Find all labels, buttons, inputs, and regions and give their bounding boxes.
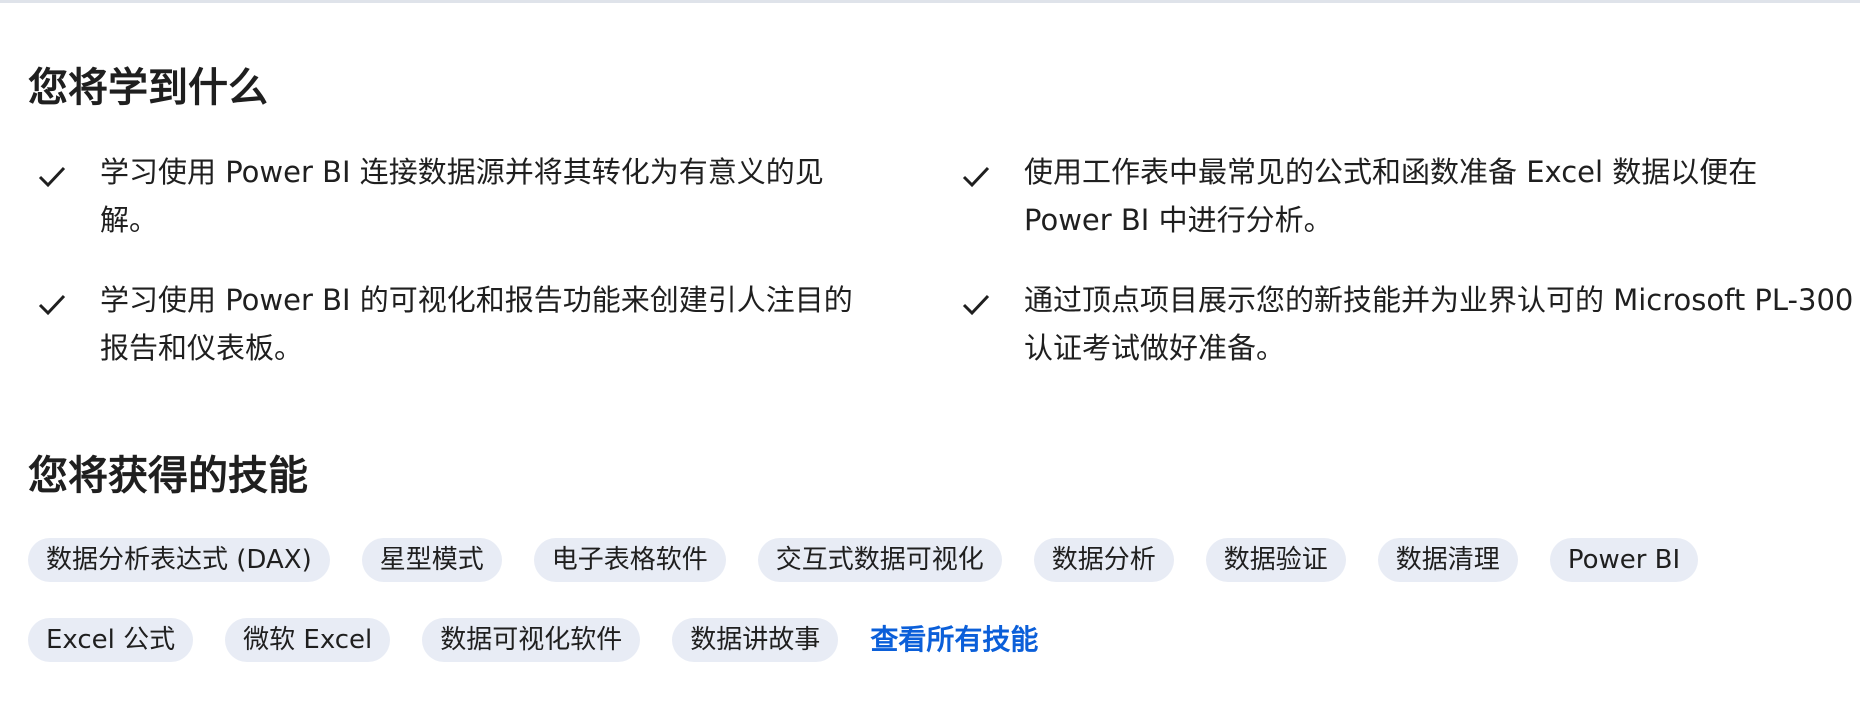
view-all-skills-link[interactable]: 查看所有技能: [870, 618, 1038, 662]
skill-chip[interactable]: 交互式数据可视化: [757, 538, 1002, 582]
skill-chip[interactable]: 星型模式: [361, 538, 502, 582]
skill-chip[interactable]: 数据分析表达式 (DAX): [28, 538, 330, 582]
learn-item: 通过顶点项目展示您的新技能并为业界认可的 Microsoft PL-300 认证…: [952, 276, 1853, 386]
learn-item: 学习使用 Power BI 连接数据源并将其转化为有意义的见解。: [28, 148, 878, 258]
section-title-skills-you-will-gain: 您将获得的技能: [28, 453, 308, 499]
learn-item-text: 使用工作表中最常见的公式和函数准备 Excel 数据以便在 Power BI 中…: [1024, 155, 1758, 237]
check-icon: [38, 294, 66, 316]
learn-item: 使用工作表中最常见的公式和函数准备 Excel 数据以便在 Power BI 中…: [952, 148, 1802, 258]
skill-chip[interactable]: 微软 Excel: [225, 618, 391, 662]
skills-chip-row: 数据分析表达式 (DAX) 星型模式 电子表格软件 交互式数据可视化 数据分析 …: [28, 538, 1730, 582]
check-icon: [38, 166, 66, 188]
check-icon: [962, 166, 990, 188]
skills-chip-row: Excel 公式 微软 Excel 数据可视化软件 数据讲故事 查看所有技能: [28, 618, 1038, 662]
skill-chip[interactable]: 数据清理: [1377, 538, 1518, 582]
top-divider: [0, 0, 1860, 3]
learn-item-text: 学习使用 Power BI 的可视化和报告功能来创建引人注目的报告和仪表板。: [100, 283, 853, 365]
learn-item-text: 通过顶点项目展示您的新技能并为业界认可的 Microsoft PL-300 认证…: [1024, 283, 1854, 365]
check-icon: [962, 294, 990, 316]
skill-chip[interactable]: 数据分析: [1033, 538, 1174, 582]
skill-chip[interactable]: Power BI: [1549, 538, 1699, 582]
skill-chip[interactable]: 数据讲故事: [672, 618, 839, 662]
skill-chip[interactable]: Excel 公式: [28, 618, 194, 662]
skill-chip[interactable]: 电子表格软件: [533, 538, 726, 582]
learn-item: 学习使用 Power BI 的可视化和报告功能来创建引人注目的报告和仪表板。: [28, 276, 878, 386]
section-title-what-you-will-learn: 您将学到什么: [28, 65, 268, 111]
learn-item-text: 学习使用 Power BI 连接数据源并将其转化为有意义的见解。: [100, 155, 824, 237]
skill-chip[interactable]: 数据可视化软件: [422, 618, 641, 662]
skill-chip[interactable]: 数据验证: [1205, 538, 1346, 582]
